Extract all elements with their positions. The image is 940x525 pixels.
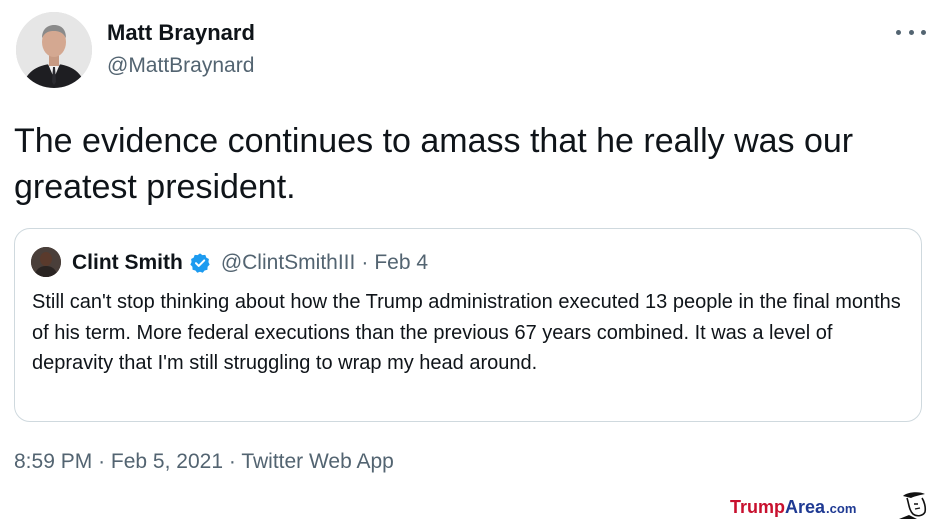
meta-separator: · (98, 450, 106, 473)
quoted-avatar-image (31, 247, 61, 277)
quoted-tweet-card[interactable]: Clint Smith @ClintSmithIII · Feb 4 Still… (14, 228, 922, 422)
watermark-trump: Trump (730, 497, 786, 517)
quoted-author-avatar[interactable] (31, 247, 61, 277)
tweet-text: The evidence continues to amass that he … (14, 122, 854, 206)
quoted-date[interactable]: Feb 4 (374, 251, 428, 275)
author-name[interactable]: Matt Braynard (107, 20, 255, 46)
watermark-com: .com (826, 501, 857, 516)
tweet-date[interactable]: Feb 5, 2021 (111, 450, 223, 473)
watermark: Trump Area .com (730, 497, 856, 519)
quoted-tweet-text: Still can't stop thinking about how the … (32, 291, 901, 374)
author-avatar[interactable] (16, 12, 92, 88)
watermark-logo-icon (895, 490, 935, 520)
more-options-icon[interactable] (896, 22, 926, 42)
quoted-author-name[interactable]: Clint Smith (72, 251, 183, 275)
quoted-separator: · (361, 251, 369, 274)
meta-separator: · (228, 450, 236, 473)
watermark-area: Area (785, 497, 826, 517)
tweet-meta: 8:59 PM · Feb 5, 2021 · Twitter Web App (14, 450, 394, 474)
author-handle[interactable]: @MattBraynard (107, 54, 254, 78)
tweet-source[interactable]: Twitter Web App (241, 450, 394, 473)
author-avatar-image (16, 12, 92, 88)
verified-badge-icon (189, 252, 211, 274)
more-dot (896, 29, 901, 35)
tweet-time[interactable]: 8:59 PM (14, 450, 92, 473)
more-dot (921, 29, 926, 35)
quoted-author-handle[interactable]: @ClintSmithIII (221, 251, 356, 275)
quoted-tweet-header: Clint Smith @ClintSmithIII · Feb 4 (72, 249, 428, 277)
more-dot (908, 29, 914, 35)
